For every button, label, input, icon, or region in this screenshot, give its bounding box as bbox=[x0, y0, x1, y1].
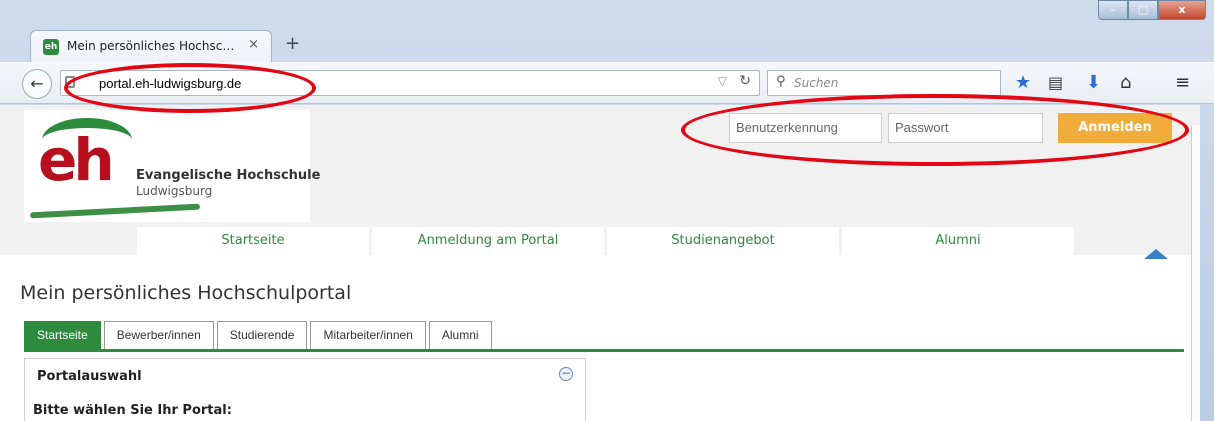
nav-item-anmeldung[interactable]: Anmeldung am Portal bbox=[372, 227, 604, 255]
caret-up-icon[interactable] bbox=[1144, 249, 1168, 259]
minimize-button[interactable]: – bbox=[1098, 0, 1128, 20]
portlet-portalauswahl: Portalauswahl − Bitte wählen Sie Ihr Por… bbox=[24, 358, 586, 421]
favicon-icon: eh bbox=[43, 39, 59, 55]
collapse-icon[interactable]: − bbox=[559, 367, 573, 381]
tab-startseite[interactable]: Startseite bbox=[24, 321, 101, 349]
portal-tabs: Startseite Bewerber/innen Studierende Mi… bbox=[24, 321, 492, 349]
portlet-subtitle: Bitte wählen Sie Ihr Portal: bbox=[33, 403, 232, 418]
logo[interactable]: eh Evangelische Hochschule Ludwigsburg bbox=[24, 110, 320, 222]
home-icon[interactable]: ⌂ bbox=[1120, 72, 1131, 94]
close-tab-icon[interactable]: × bbox=[248, 37, 259, 52]
page-title: Mein persönliches Hochschulportal bbox=[20, 282, 352, 304]
annotation-ellipse-url bbox=[64, 63, 316, 113]
portlet-title: Portalauswahl bbox=[37, 369, 142, 384]
tab-alumni[interactable]: Alumni bbox=[428, 321, 492, 349]
download-icon[interactable]: ⬇ bbox=[1086, 72, 1101, 94]
search-icon: ⚲ bbox=[776, 74, 786, 89]
bookmark-star-icon[interactable]: ★ bbox=[1015, 72, 1031, 94]
tab-mitarbeiter[interactable]: Mitarbeiter/innen bbox=[310, 321, 426, 349]
tab-bewerber[interactable]: Bewerber/innen bbox=[103, 321, 214, 349]
browser-tab[interactable]: eh Mein persönliches Hochsc… × bbox=[30, 30, 272, 62]
logo-name-line2: Ludwigsburg bbox=[136, 184, 213, 198]
new-tab-button[interactable]: + bbox=[285, 33, 300, 54]
search-placeholder: Suchen bbox=[794, 76, 839, 90]
annotation-ellipse-login bbox=[681, 94, 1189, 166]
tabs-divider bbox=[24, 349, 1184, 352]
window-controls: – □ x bbox=[1098, 0, 1206, 22]
reading-list-icon[interactable]: ▤ bbox=[1048, 72, 1063, 94]
search-input[interactable]: ⚲ Suchen bbox=[767, 70, 1001, 96]
tab-title: Mein persönliches Hochsc… bbox=[67, 39, 235, 53]
close-window-button[interactable]: x bbox=[1158, 0, 1206, 20]
hamburger-menu-icon[interactable]: ≡ bbox=[1175, 72, 1190, 94]
reload-icon[interactable]: ↻ bbox=[739, 73, 751, 89]
nav-item-alumni[interactable]: Alumni bbox=[842, 227, 1074, 255]
nav-item-studienangebot[interactable]: Studienangebot bbox=[607, 227, 839, 255]
scrollbar[interactable] bbox=[1191, 125, 1200, 421]
tab-studierende[interactable]: Studierende bbox=[216, 321, 308, 349]
logo-name-line1: Evangelische Hochschule bbox=[136, 168, 321, 183]
main-navigation: Startseite Anmeldung am Portal Studienan… bbox=[137, 227, 1074, 255]
logo-mark: eh bbox=[38, 126, 115, 194]
nav-item-startseite[interactable]: Startseite bbox=[137, 227, 369, 255]
maximize-button[interactable]: □ bbox=[1128, 0, 1158, 20]
back-button[interactable]: ← bbox=[22, 69, 52, 99]
arrow-left-icon: ← bbox=[30, 74, 44, 93]
title-bar: eh Mein persönliches Hochsc… × + – □ x bbox=[0, 0, 1214, 62]
chevron-down-icon[interactable]: ▽ bbox=[718, 74, 727, 88]
logo-underline-icon bbox=[29, 203, 201, 219]
